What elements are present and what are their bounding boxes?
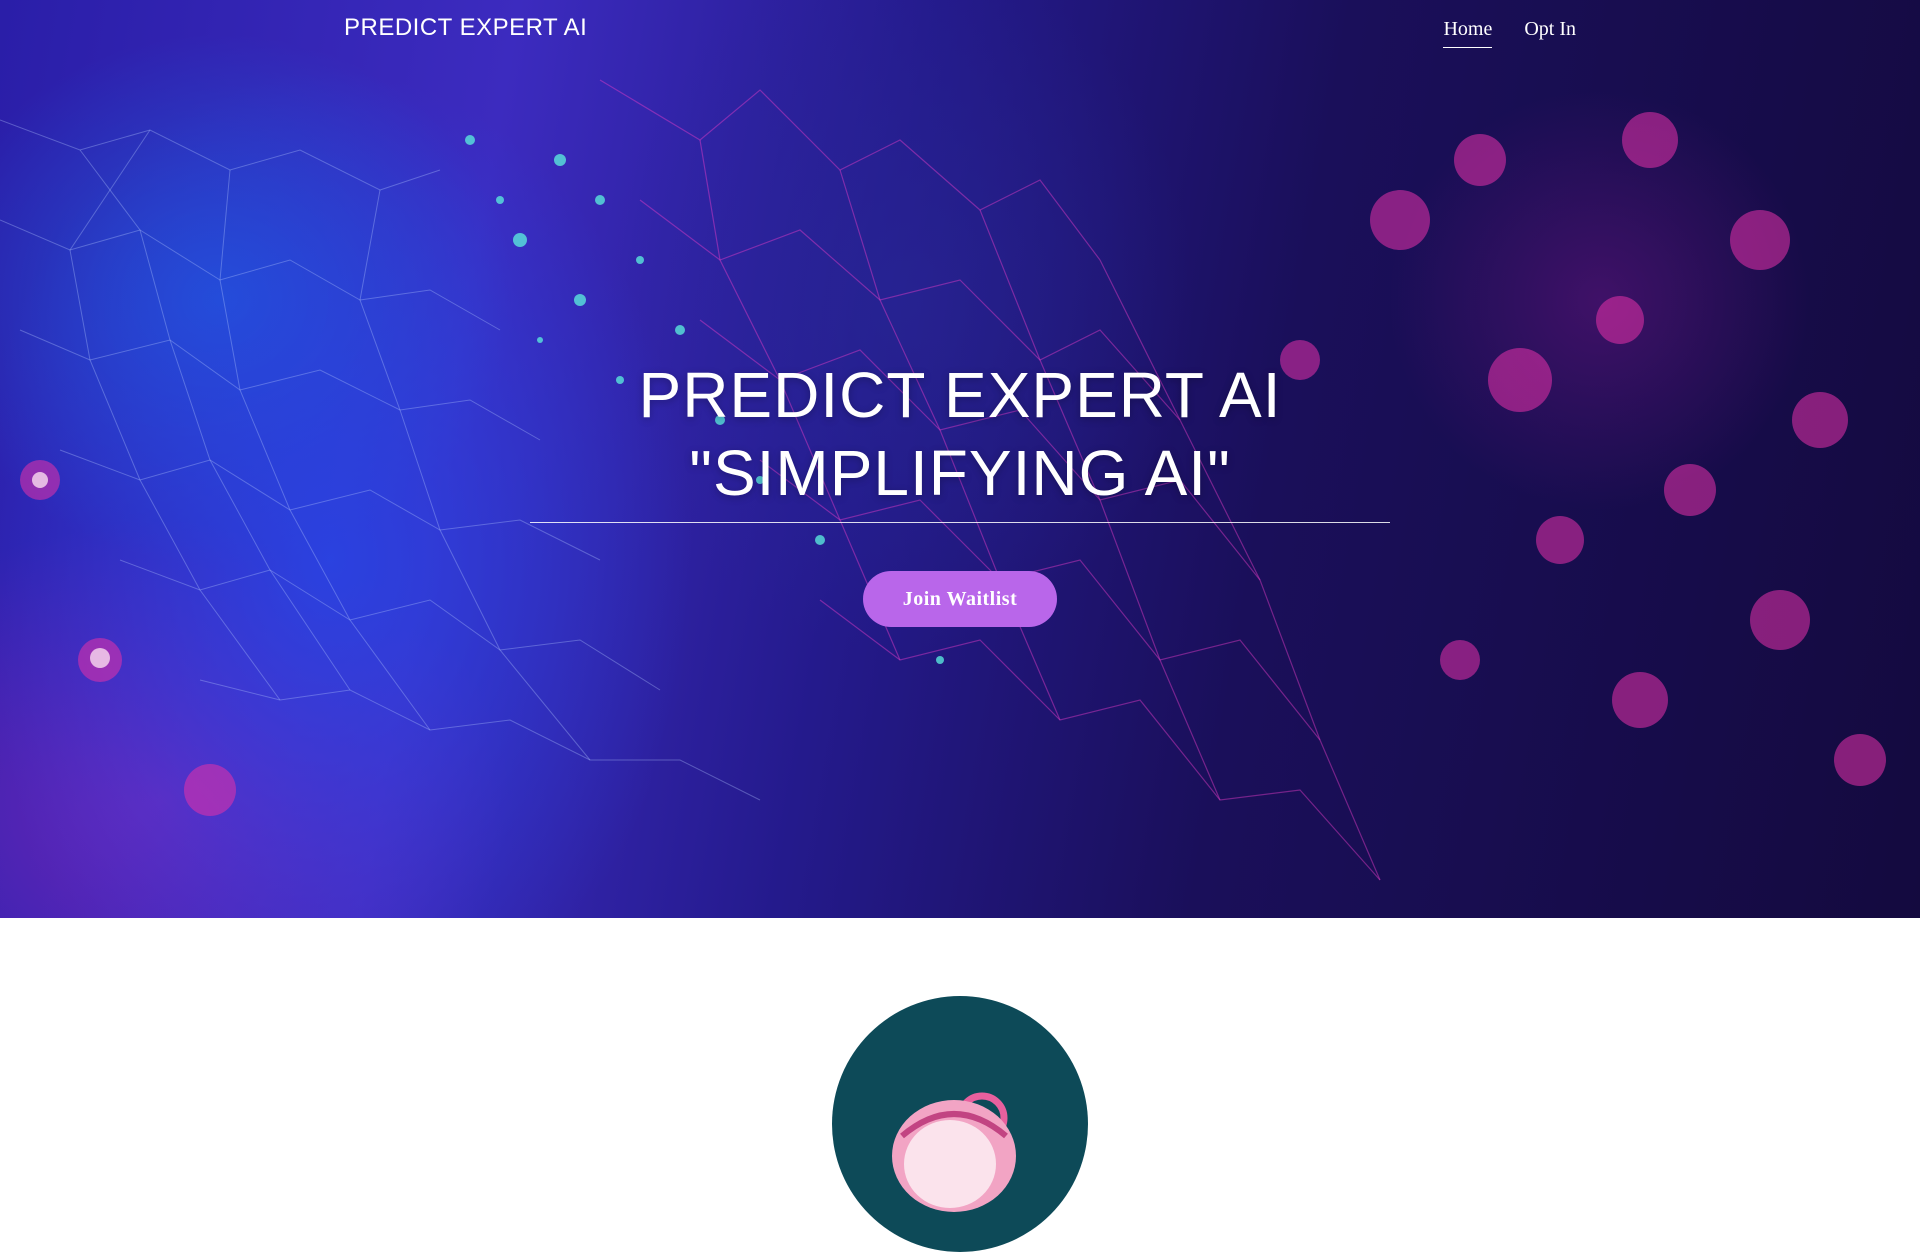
nav-item-opt-in[interactable]: Opt In [1524,18,1576,48]
hero-title: PREDICT EXPERT AI "SIMPLIFYING AI" [530,356,1390,512]
join-waitlist-button[interactable]: Join Waitlist [863,571,1057,627]
hero-title-line-1: PREDICT EXPERT AI [638,359,1282,431]
hero-title-line-2: "SIMPLIFYING AI" [689,437,1231,509]
robot-avatar-icon [832,996,1088,1252]
nav-item-home[interactable]: Home [1443,18,1493,48]
hero-divider [530,522,1390,523]
site-brand-name[interactable]: PREDICT EXPERT AI [344,14,587,42]
hero-section: PREDICT EXPERT AI Home Opt In PREDICT EX… [0,0,1920,918]
content-section [0,918,1920,1252]
robot-avatar-image [892,1092,1016,1212]
hero-content: PREDICT EXPERT AI "SIMPLIFYING AI" Join … [530,356,1390,627]
main-nav: Home Opt In [1443,18,1576,48]
top-navigation-bar: PREDICT EXPERT AI Home Opt In [0,0,1920,70]
